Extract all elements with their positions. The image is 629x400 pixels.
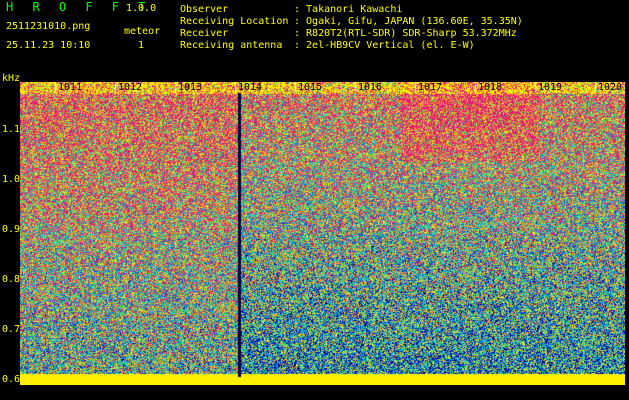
frequency-tick-label: 1.0 <box>2 174 21 185</box>
frequency-tick-label: 1.1 <box>2 124 21 135</box>
minute-tick-label: 1016 <box>358 82 383 93</box>
observer-line: Observer : Takanori Kawachi <box>180 4 402 15</box>
info-key: Receiving Location <box>180 16 289 27</box>
minute-tick-label: 1011 <box>58 82 83 93</box>
info-key: Observer <box>180 4 229 15</box>
minute-tick-label: 1020 <box>598 82 623 93</box>
location-line: Receiving Location : Ogaki, Gifu, JAPAN (… <box>180 16 523 27</box>
waterfall-spectrogram: 1011 1012 1013 1014 1015 1016 1017 1018 1019 1020 <box>20 82 625 385</box>
frequency-tick-label: 0.8 <box>2 274 21 285</box>
date-time: 25.11.23 10:10 <box>6 40 91 51</box>
info-value: : 2el-HB9CV Vertical (el. E-W) <box>294 40 475 51</box>
frequency-tick-label: 0.9 <box>2 224 21 235</box>
meteor-label: meteor <box>124 26 161 37</box>
axis-unit: kHz <box>2 73 21 84</box>
minute-tick-label: 1012 <box>118 82 143 93</box>
minute-tick-label: 1015 <box>298 82 323 93</box>
meteor-count: 1 <box>138 40 145 51</box>
frequency-tick-label: 0.6 <box>2 374 21 385</box>
antenna-line: Receiving antenna : 2el-HB9CV Vertical (e… <box>180 40 475 51</box>
header-panel: H R O F F T 1.0.0 2511231010.png meteor … <box>0 0 629 84</box>
file-name: 2511231010.png <box>6 21 91 32</box>
receiver-line: Receiver : R820T2(RTL-SDR) SDR-Sharp 53.3… <box>180 28 517 39</box>
info-value: : Ogaki, Gifu, JAPAN (136.60E, 35.35N) <box>294 16 523 27</box>
app-version: 1.0.0 <box>126 3 157 14</box>
info-key: Receiving antenna <box>180 40 283 51</box>
spectrogram-canvas <box>20 82 625 385</box>
info-key: Receiver <box>180 28 229 39</box>
frequency-tick-label: 0.7 <box>2 324 21 335</box>
minute-tick-label: 1013 <box>178 82 203 93</box>
info-value: : Takanori Kawachi <box>294 4 403 15</box>
minute-tick-label: 1014 <box>238 82 263 93</box>
info-value: : R820T2(RTL-SDR) SDR-Sharp 53.372MHz <box>294 28 517 39</box>
minute-tick-label: 1018 <box>478 82 503 93</box>
minute-tick-label: 1017 <box>418 82 443 93</box>
minute-tick-label: 1019 <box>538 82 563 93</box>
